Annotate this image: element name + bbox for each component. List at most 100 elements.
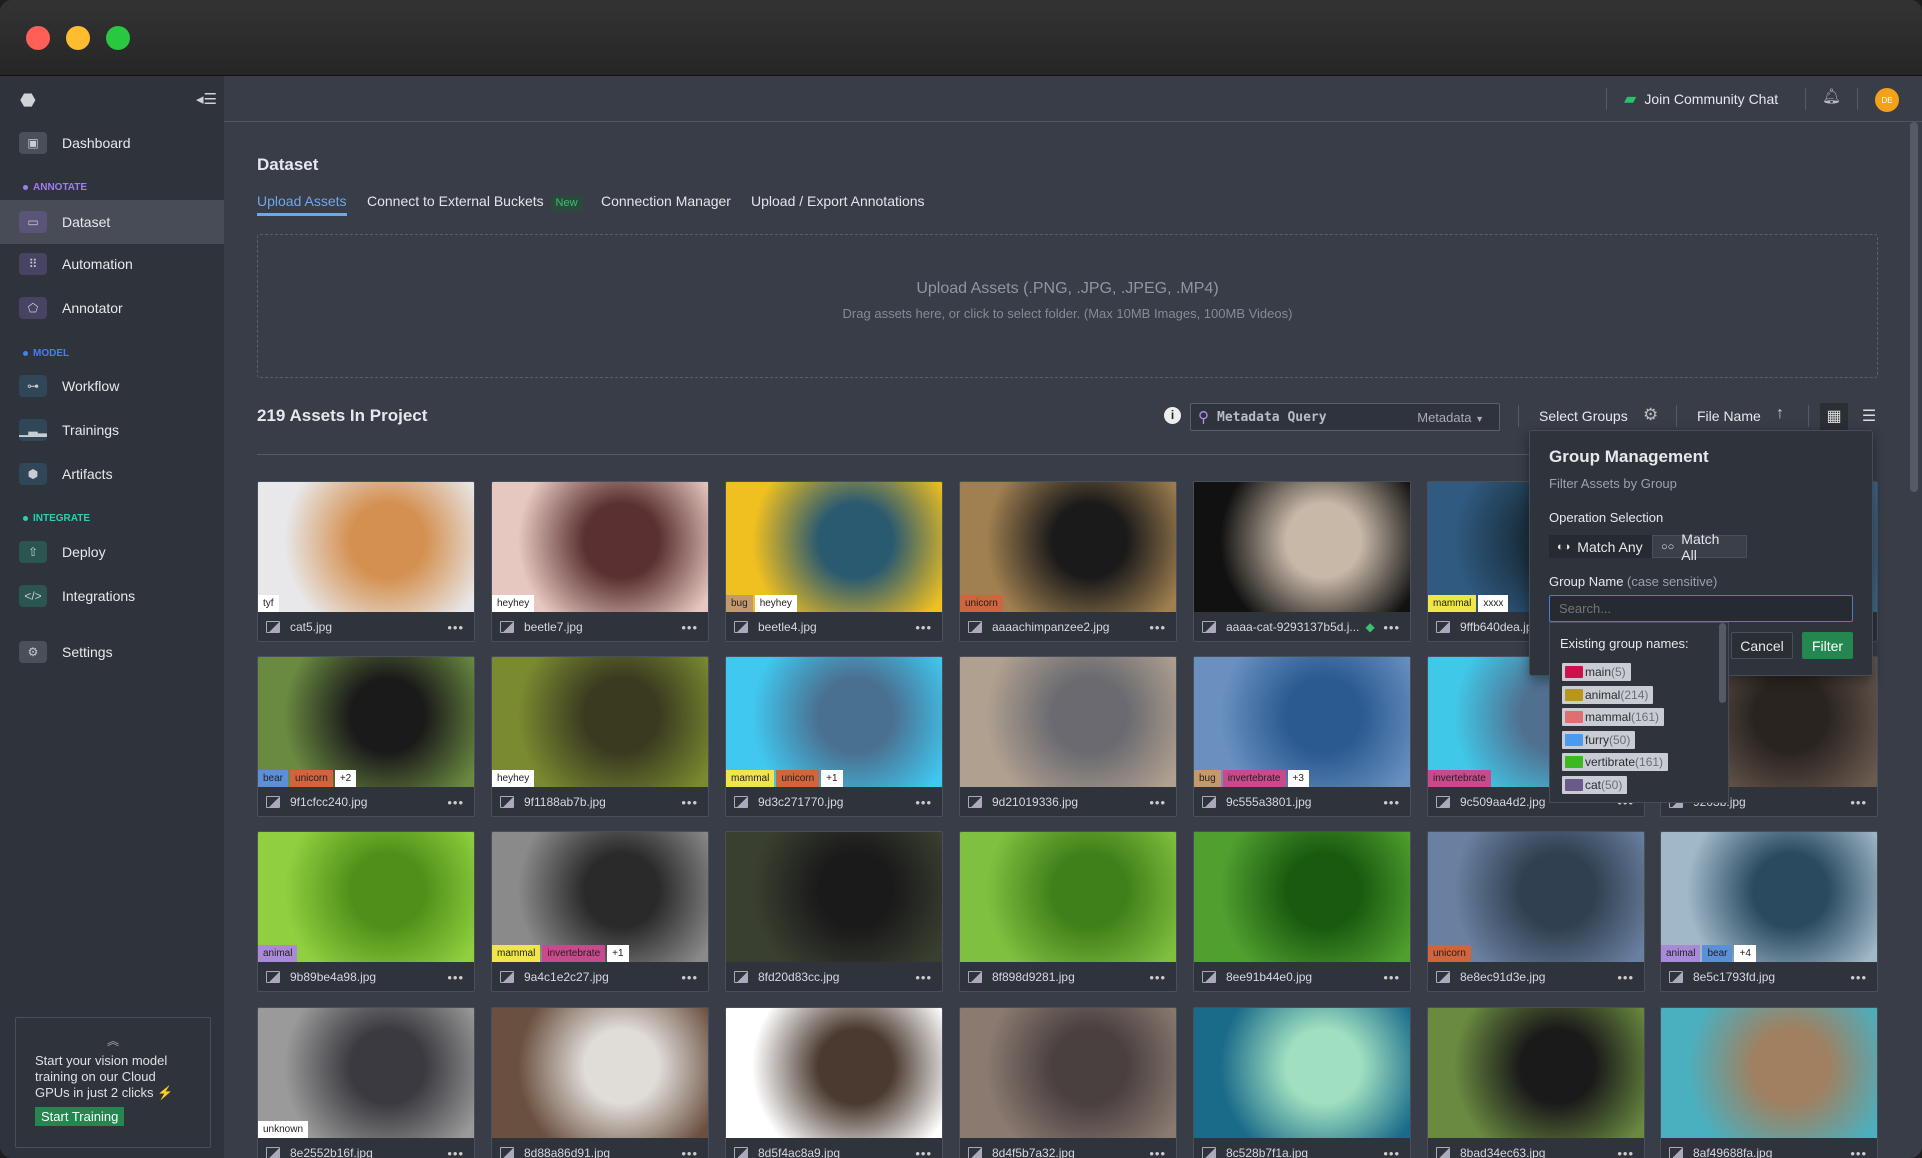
asset-thumbnail[interactable] [1194,1008,1410,1138]
search-mode-select[interactable]: Metadata ▼ [1417,410,1484,425]
asset-thumbnail[interactable]: bug invertebrate +3 [1194,657,1410,787]
more-options-icon[interactable]: ••• [1383,970,1400,985]
asset-thumbnail[interactable] [1194,832,1410,962]
sidebar-item-artifacts[interactable]: ⬢ Artifacts [0,452,224,496]
filter-button[interactable]: Filter [1802,632,1853,659]
more-options-icon[interactable]: ••• [681,620,698,635]
asset-card[interactable]: 8c528b7f1a.jpg ••• [1193,1007,1411,1158]
asset-thumbnail[interactable] [726,832,942,962]
more-options-icon[interactable]: ••• [1850,795,1867,810]
more-options-icon[interactable]: ••• [1850,1146,1867,1158]
chevron-up-icon[interactable]: ︽ [16,1032,210,1049]
cancel-button[interactable]: Cancel [1731,632,1793,659]
close-window-button[interactable] [26,26,50,50]
asset-thumbnail[interactable]: bear unicorn +2 [258,657,474,787]
sidebar-item-automation[interactable]: ⠿ Automation [0,242,224,286]
asset-card[interactable]: 8bad34ec63.jpg ••• [1427,1007,1645,1158]
list-view-icon[interactable]: ☰ [1855,403,1883,430]
asset-thumbnail[interactable] [960,1008,1176,1138]
group-item[interactable]: furry (50) [1562,730,1636,749]
page-scrollbar[interactable] [1910,122,1918,492]
asset-thumbnail[interactable]: bug heyhey [726,482,942,612]
more-options-icon[interactable]: ••• [1617,970,1634,985]
asset-thumbnail[interactable] [492,1008,708,1138]
asset-thumbnail[interactable]: unicorn [960,482,1176,612]
minimize-window-button[interactable] [66,26,90,50]
asset-thumbnail[interactable]: heyhey [492,657,708,787]
group-item[interactable]: cat (50) [1562,775,1628,794]
more-options-icon[interactable]: ••• [1850,970,1867,985]
more-options-icon[interactable]: ••• [1383,620,1400,635]
asset-card[interactable]: animal bear +4 8e5c1793fd.jpg ••• [1660,831,1878,992]
sidebar-item-annotator[interactable]: ⬠ Annotator [0,286,224,330]
asset-thumbnail[interactable] [1428,1008,1644,1138]
group-item[interactable]: animal (214) [1562,685,1654,704]
group-item[interactable]: mammal (161) [1562,708,1665,726]
group-item[interactable]: vertibrate (161) [1562,753,1669,771]
tab-upload-export-annotations[interactable]: Upload / Export Annotations [751,193,925,209]
asset-card[interactable]: bug invertebrate +3 9c555a3801.jpg ••• [1193,656,1411,817]
more-options-icon[interactable]: ••• [1617,1146,1634,1158]
asset-thumbnail[interactable]: animal [258,832,474,962]
upload-dropzone[interactable]: Upload Assets (.PNG, .JPG, .JPEG, .MP4) … [257,234,1878,378]
more-options-icon[interactable]: ••• [681,795,698,810]
asset-card[interactable]: 9d21019336.jpg ••• [959,656,1177,817]
group-item[interactable]: main (5) [1562,663,1631,681]
sidebar-item-settings[interactable]: ⚙ Settings [0,630,224,674]
maximize-window-button[interactable] [106,26,130,50]
more-options-icon[interactable]: ••• [915,620,932,635]
more-options-icon[interactable]: ••• [1149,620,1166,635]
more-options-icon[interactable]: ••• [915,1146,932,1158]
collapse-sidebar-icon[interactable]: ◂☰ [196,90,217,108]
asset-card[interactable]: 8f898d9281.jpg ••• [959,831,1177,992]
asset-thumbnail[interactable]: tyf [258,482,474,612]
metadata-search-input[interactable]: ⚲ Metadata Query Metadata ▼ [1190,403,1500,431]
asset-card[interactable]: tyf cat5.jpg ••• [257,481,475,642]
asset-card[interactable]: 8fd20d83cc.jpg ••• [725,831,943,992]
asset-card[interactable]: heyhey beetle7.jpg ••• [491,481,709,642]
match-all-option[interactable]: ○○ Match All [1652,531,1747,563]
asset-card[interactable]: bear unicorn +2 9f1cfcc240.jpg ••• [257,656,475,817]
asset-thumbnail[interactable]: heyhey [492,482,708,612]
asset-card[interactable]: 8d5f4ac8a9.jpg ••• [725,1007,943,1158]
asset-thumbnail[interactable]: unicorn [1428,832,1644,962]
group-search-input[interactable] [1549,595,1853,622]
asset-thumbnail[interactable] [726,1008,942,1138]
info-icon[interactable]: i [1164,407,1181,424]
asset-thumbnail[interactable] [1661,1008,1877,1138]
start-training-button[interactable]: Start Training [35,1107,125,1126]
asset-thumbnail[interactable] [960,657,1176,787]
dropdown-scrollbar[interactable] [1719,623,1726,703]
asset-card[interactable]: 8ee91b44e0.jpg ••• [1193,831,1411,992]
more-options-icon[interactable]: ••• [1383,795,1400,810]
logo-icon[interactable]: ⬣ [20,90,36,111]
more-options-icon[interactable]: ••• [1149,795,1166,810]
asset-thumbnail[interactable] [960,832,1176,962]
asset-card[interactable]: animal 9b89be4a98.jpg ••• [257,831,475,992]
asset-card[interactable]: mammal unicorn +1 9d3c271770.jpg ••• [725,656,943,817]
asset-card[interactable]: 8af49688fa.jpg ••• [1660,1007,1878,1158]
grid-view-icon[interactable]: ▦ [1820,403,1848,430]
more-options-icon[interactable]: ••• [447,620,464,635]
asset-card[interactable]: mammal invertebrate +1 9a4c1e2c27.jpg ••• [491,831,709,992]
asset-thumbnail[interactable] [1194,482,1410,612]
select-groups-button[interactable]: Select Groups [1539,408,1628,424]
more-options-icon[interactable]: ••• [447,795,464,810]
asset-card[interactable]: unicorn aaaachimpanzee2.jpg ••• [959,481,1177,642]
sidebar-item-dataset[interactable]: ▭ Dataset [0,200,224,244]
more-options-icon[interactable]: ••• [681,1146,698,1158]
bell-icon[interactable]: 🔔︎ [1822,87,1841,105]
tab-connect-external-buckets[interactable]: Connect to External Buckets New [367,193,583,211]
asset-card[interactable]: 8d88a86d91.jpg ••• [491,1007,709,1158]
more-options-icon[interactable]: ••• [447,1146,464,1158]
more-options-icon[interactable]: ••• [915,795,932,810]
asset-thumbnail[interactable]: mammal unicorn +1 [726,657,942,787]
sidebar-item-deploy[interactable]: ⇧ Deploy [0,530,224,574]
more-options-icon[interactable]: ••• [447,970,464,985]
asset-card[interactable]: heyhey 9f1188ab7b.jpg ••• [491,656,709,817]
sort-ascending-icon[interactable]: ↑ [1776,405,1784,423]
asset-card[interactable]: bug heyhey beetle4.jpg ••• [725,481,943,642]
sidebar-item-dashboard[interactable]: ▣ Dashboard [0,121,224,165]
tab-connection-manager[interactable]: Connection Manager [601,193,731,209]
avatar[interactable]: DE [1875,88,1899,112]
